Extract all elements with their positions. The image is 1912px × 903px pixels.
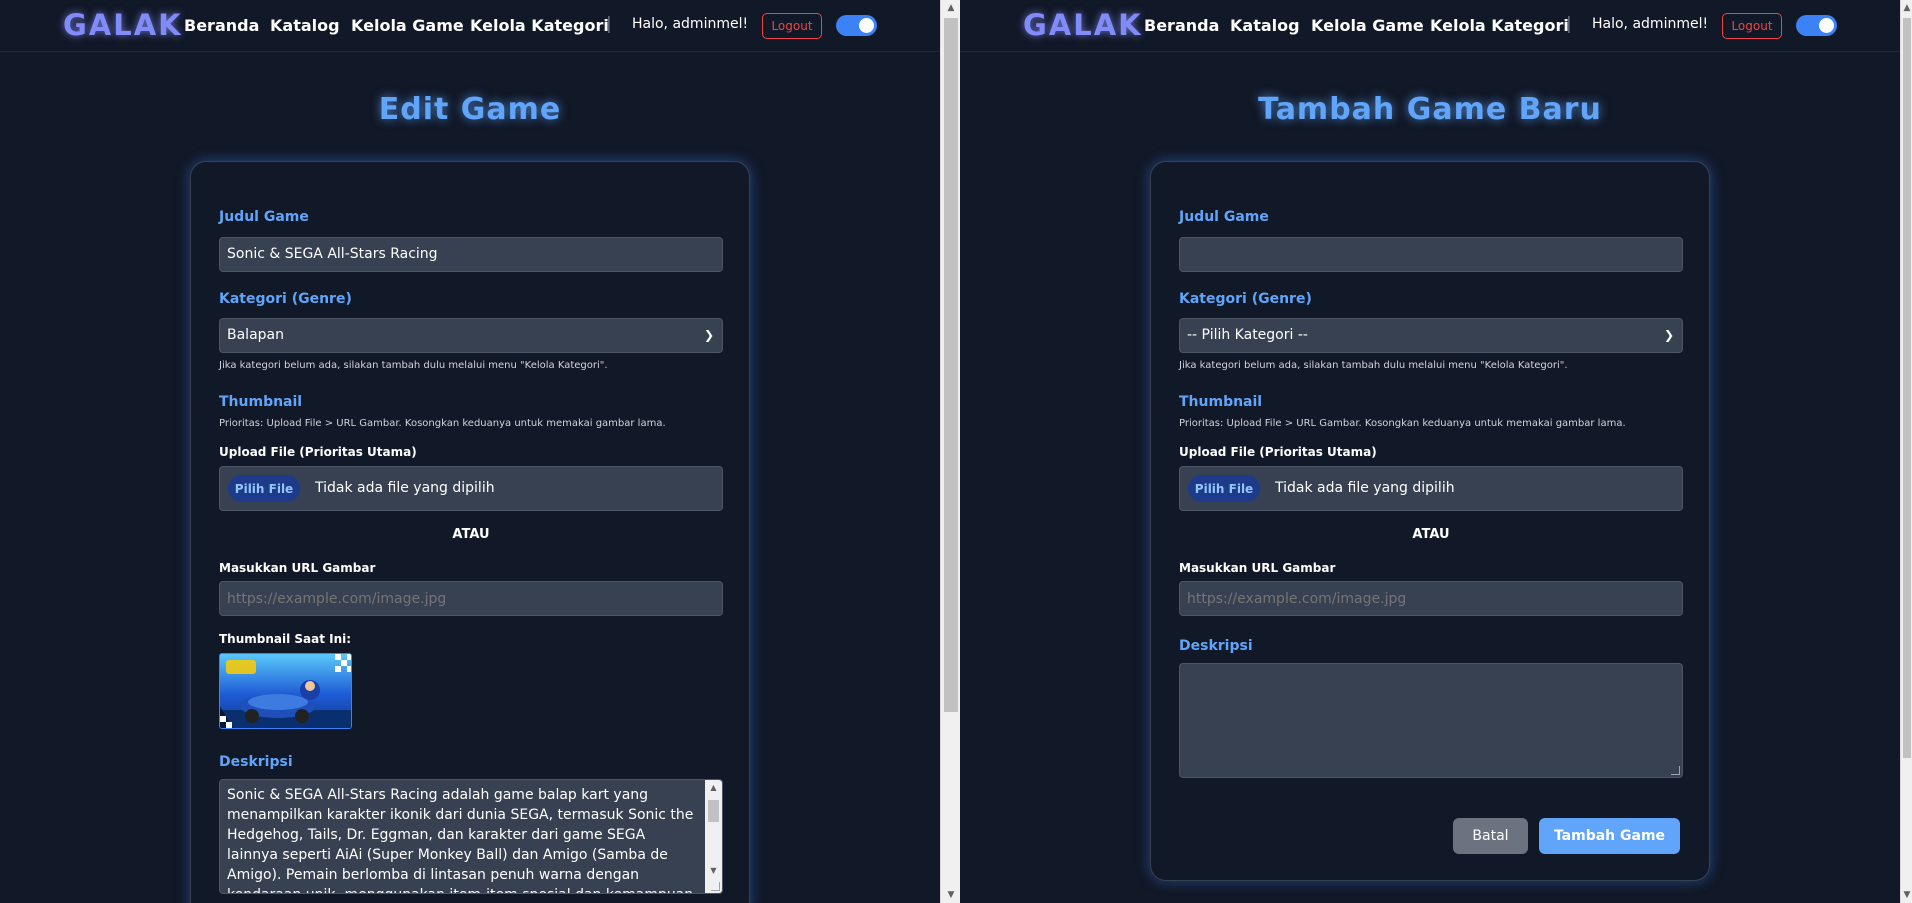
right-pane-scrollbar[interactable]: ▲ ▼ [1900,0,1912,903]
kategori-select[interactable]: -- Pilih Kategori -- ❯ [1179,318,1683,353]
nav-beranda[interactable]: Beranda [1144,16,1219,35]
url-label: Masukkan URL Gambar [219,561,376,575]
resize-handle-icon[interactable] [711,882,720,891]
nav-katalog[interactable]: Katalog [1230,16,1300,35]
logout-button[interactable]: Logout [762,13,822,39]
judul-label: Judul Game [219,209,309,225]
resize-handle-icon[interactable] [1671,766,1680,775]
nav-separator: | [1566,14,1572,34]
judul-input[interactable]: Sonic & SEGA All-Stars Racing [219,237,723,272]
navbar: GALAK Beranda Katalog Kelola Game Kelola… [960,0,1900,52]
url-label: Masukkan URL Gambar [1179,561,1336,575]
or-divider: ATAU [452,527,490,542]
scroll-down-icon[interactable]: ▼ [1901,887,1912,903]
site-logo[interactable]: GALAK [63,8,183,42]
chevron-down-icon: ❯ [1663,328,1674,342]
scroll-thumb[interactable] [944,18,958,712]
theme-toggle[interactable] [836,15,877,36]
site-logo[interactable]: GALAK [1023,8,1143,42]
file-status: Tidak ada file yang dipilih [315,480,495,496]
nav-kelola-kategori[interactable]: Kelola Kategori [470,16,609,35]
url-input[interactable] [219,581,723,616]
thumbnail-hint: Prioritas: Upload File > URL Gambar. Kos… [219,418,666,429]
kategori-select[interactable]: Balapan ❯ [219,318,723,353]
textarea-scrollbar[interactable]: ▲ ▼ [705,780,722,893]
user-greeting: Halo, adminmel! [1592,16,1709,32]
left-pane-scrollbar[interactable]: ▲ ▼ [940,0,960,903]
chevron-down-icon: ❯ [703,328,714,342]
current-thumbnail-image [219,653,352,729]
upload-label: Upload File (Prioritas Utama) [219,445,417,459]
upload-label: Upload File (Prioritas Utama) [1179,445,1377,459]
edit-game-form: Judul Game Sonic & SEGA All-Stars Racing… [190,161,750,903]
thumbnail-hint: Prioritas: Upload File > URL Gambar. Kos… [1179,418,1626,429]
scroll-down-icon[interactable]: ▼ [941,887,961,903]
file-upload-input[interactable]: Pilih File Tidak ada file yang dipilih [1179,466,1683,511]
kategori-hint: Jika kategori belum ada, silakan tambah … [219,360,608,371]
toggle-knob [1819,18,1834,33]
add-game-form: Judul Game Kategori (Genre) -- Pilih Kat… [1150,161,1710,881]
theme-toggle[interactable] [1796,15,1837,36]
cancel-button[interactable]: Batal [1453,818,1528,854]
thumbnail-label: Thumbnail [219,394,303,410]
deskripsi-label: Deskripsi [219,754,293,770]
nav-separator: | [606,14,612,34]
logout-button[interactable]: Logout [1722,13,1782,39]
nav-kelola-game[interactable]: Kelola Game [1311,16,1424,35]
thumbnail-label: Thumbnail [1179,394,1263,410]
file-status: Tidak ada file yang dipilih [1275,480,1455,496]
toggle-knob [859,18,874,33]
page-title: Tambah Game Baru [1258,92,1602,127]
judul-label: Judul Game [1179,209,1269,225]
kategori-selected: Balapan [227,327,284,343]
deskripsi-textarea[interactable]: Sonic & SEGA All-Stars Racing adalah gam… [219,779,723,894]
scroll-up-icon[interactable]: ▲ [1901,0,1912,16]
edit-game-pane: GALAK Beranda Katalog Kelola Game Kelola… [0,0,940,903]
nav-kelola-game[interactable]: Kelola Game [351,16,464,35]
navbar: GALAK Beranda Katalog Kelola Game Kelola… [0,0,940,52]
nav-katalog[interactable]: Katalog [270,16,340,35]
page-title: Edit Game [378,92,562,127]
scroll-down-icon[interactable]: ▼ [705,866,722,875]
deskripsi-label: Deskripsi [1179,638,1253,654]
deskripsi-text: Sonic & SEGA All-Stars Racing adalah gam… [227,787,694,893]
deskripsi-textarea[interactable] [1179,663,1683,778]
scroll-up-icon[interactable]: ▲ [941,0,961,16]
or-divider: ATAU [1412,527,1450,542]
nav-beranda[interactable]: Beranda [184,16,259,35]
judul-input[interactable] [1179,237,1683,272]
choose-file-button[interactable]: Pilih File [228,475,300,502]
kategori-label: Kategori (Genre) [219,291,352,307]
kategori-label: Kategori (Genre) [1179,291,1312,307]
nav-kelola-kategori[interactable]: Kelola Kategori [1430,16,1569,35]
file-upload-input[interactable]: Pilih File Tidak ada file yang dipilih [219,466,723,511]
scroll-up-icon[interactable]: ▲ [705,783,722,792]
kategori-selected: -- Pilih Kategori -- [1187,327,1308,343]
textarea-scroll-thumb[interactable] [708,800,719,822]
scroll-thumb[interactable] [1903,18,1911,758]
current-thumbnail-label: Thumbnail Saat Ini: [219,632,352,646]
user-greeting: Halo, adminmel! [632,16,749,32]
kategori-hint: Jika kategori belum ada, silakan tambah … [1179,360,1568,371]
add-game-button[interactable]: Tambah Game [1539,818,1680,854]
choose-file-button[interactable]: Pilih File [1188,475,1260,502]
url-input[interactable] [1179,581,1683,616]
add-game-pane: GALAK Beranda Katalog Kelola Game Kelola… [960,0,1900,903]
